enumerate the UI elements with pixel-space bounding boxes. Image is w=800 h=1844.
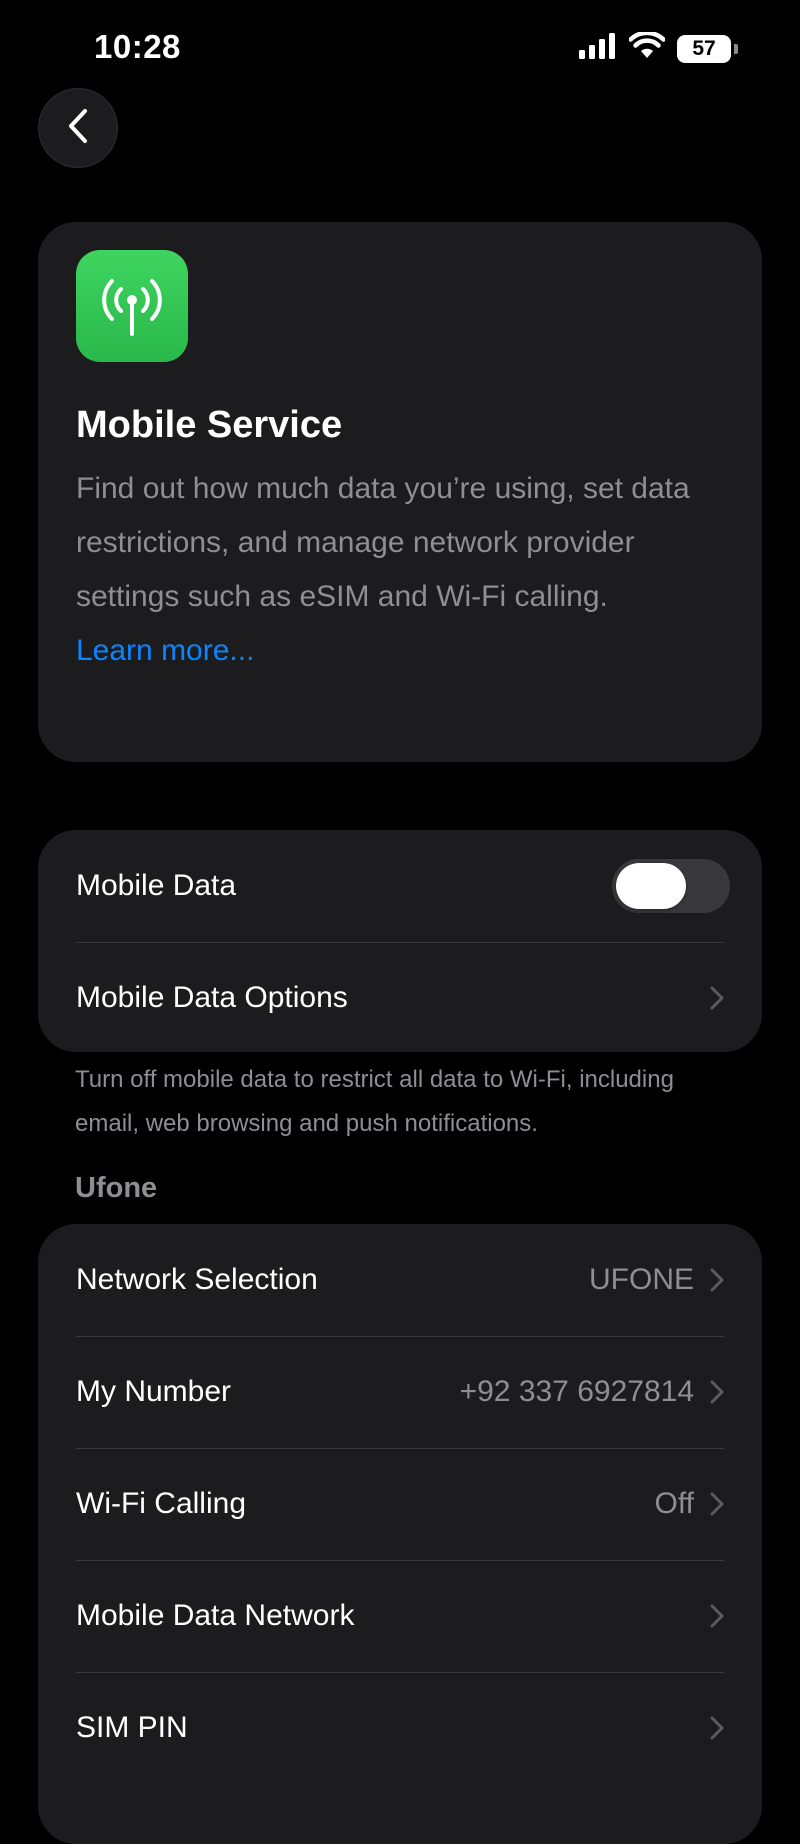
wifi-icon	[628, 30, 666, 65]
mobile-data-options-row[interactable]: Mobile Data Options	[38, 942, 762, 1054]
mobile-data-footer: Turn off mobile data to restrict all dat…	[75, 1066, 674, 1137]
wifi-calling-label: Wi-Fi Calling	[76, 1487, 247, 1520]
mobile-data-card: Mobile Data Mobile Data Options	[38, 830, 762, 1052]
carrier-section-header: Ufone	[75, 1172, 158, 1204]
mobile-data-toggle[interactable]	[612, 859, 730, 913]
learn-more-link[interactable]: Learn more...	[76, 624, 724, 678]
my-number-label: My Number	[76, 1375, 232, 1408]
sim-pin-label: SIM PIN	[76, 1711, 188, 1744]
network-selection-value: UFONE	[589, 1263, 694, 1296]
wifi-calling-row[interactable]: Wi-Fi Calling Off	[38, 1448, 762, 1560]
network-selection-label: Network Selection	[76, 1263, 318, 1296]
mobile-data-options-label: Mobile Data Options	[76, 981, 348, 1014]
antenna-icon	[76, 250, 188, 362]
carrier-card: Network Selection UFONE My Number +92 33…	[38, 1224, 762, 1844]
battery-cap	[734, 43, 738, 54]
chevron-left-icon	[67, 108, 89, 149]
chevron-right-icon	[710, 1380, 724, 1404]
network-selection-row[interactable]: Network Selection UFONE	[38, 1224, 762, 1336]
chevron-right-icon	[710, 1268, 724, 1292]
chevron-right-icon	[710, 1492, 724, 1516]
chevron-right-icon	[710, 1604, 724, 1628]
back-button[interactable]	[38, 88, 118, 168]
intro-description: Find out how much data you’re using, set…	[76, 472, 690, 613]
mobile-data-network-row[interactable]: Mobile Data Network	[38, 1560, 762, 1672]
sim-pin-row[interactable]: SIM PIN	[38, 1672, 762, 1784]
toggle-knob	[616, 863, 686, 909]
my-number-row[interactable]: My Number +92 337 6927814	[38, 1336, 762, 1448]
battery-icon: 57	[677, 34, 738, 63]
page-title: Mobile Service	[76, 404, 343, 446]
mobile-data-label: Mobile Data	[76, 869, 237, 902]
chevron-right-icon	[710, 1716, 724, 1740]
chevron-right-icon	[710, 986, 724, 1010]
wifi-calling-value: Off	[654, 1487, 694, 1520]
status-bar: 10:28 57	[0, 0, 800, 96]
mobile-data-network-label: Mobile Data Network	[76, 1599, 355, 1632]
mobile-data-row: Mobile Data	[38, 830, 762, 942]
status-icons: 57	[579, 30, 738, 65]
my-number-value: +92 337 6927814	[459, 1375, 694, 1408]
intro-card: Mobile Service Find out how much data yo…	[38, 222, 762, 762]
battery-level: 57	[677, 34, 731, 63]
status-time: 10:28	[94, 28, 181, 65]
signal-icon	[579, 33, 617, 64]
